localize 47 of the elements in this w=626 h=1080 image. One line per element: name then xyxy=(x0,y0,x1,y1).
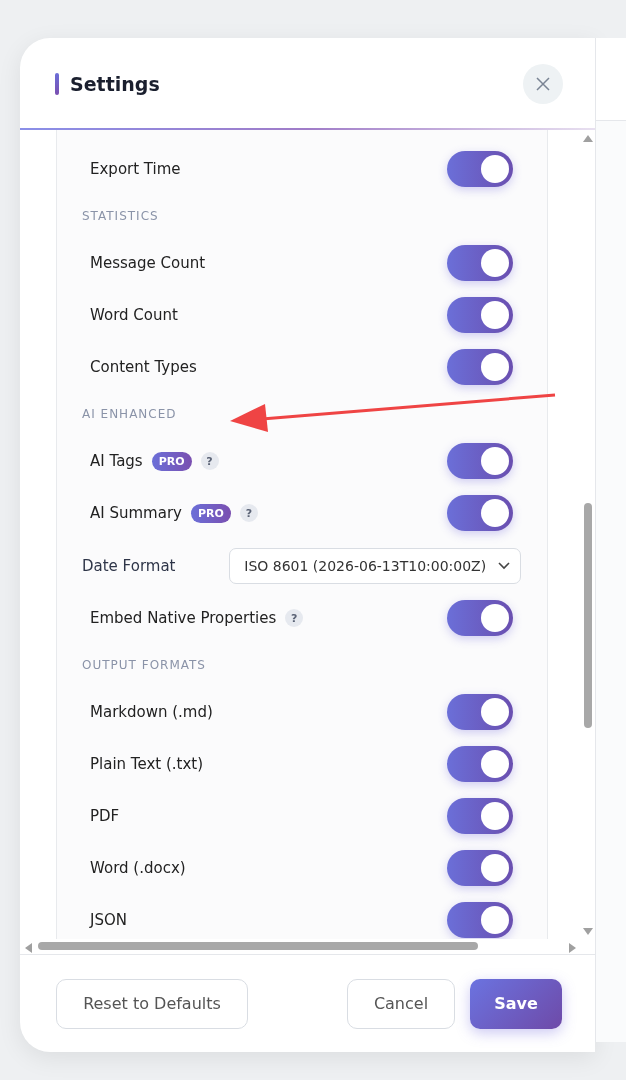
setting-label: Plain Text (.txt) xyxy=(90,755,204,773)
toggle-switch[interactable] xyxy=(447,443,513,479)
setting-label: Date Format xyxy=(82,556,177,575)
toggle-switch[interactable] xyxy=(447,245,513,281)
toggle-switch[interactable] xyxy=(447,798,513,834)
date-format-dropdown[interactable]: ISO 8601 (2026-06-13T10:00:00Z) xyxy=(229,547,521,584)
scroll-down-icon[interactable] xyxy=(583,928,593,935)
scroll-left-icon[interactable] xyxy=(25,943,32,953)
toggle-switch[interactable] xyxy=(447,600,513,636)
section-heading: OUTPUT FORMATS xyxy=(82,657,206,674)
setting-label: Message Count xyxy=(90,254,206,272)
chevron-down-icon xyxy=(498,561,510,570)
setting-label: Export Time xyxy=(90,160,181,178)
help-icon[interactable]: ? xyxy=(200,452,219,470)
section-heading: AI ENHANCED xyxy=(82,406,177,423)
pro-badge: PRO xyxy=(190,503,231,523)
toggle-switch[interactable] xyxy=(447,349,513,385)
toggle-switch[interactable] xyxy=(447,902,513,938)
setting-label: Content Types xyxy=(90,358,197,376)
setting-label: Embed Native Properties xyxy=(90,609,277,627)
cancel-button[interactable]: Cancel xyxy=(347,978,455,1029)
dialog-title: Settings xyxy=(70,73,161,95)
reset-button[interactable]: Reset to Defaults xyxy=(56,978,248,1029)
toggle-switch[interactable] xyxy=(447,297,513,333)
scroll-right-icon[interactable] xyxy=(569,943,576,953)
toggle-switch[interactable] xyxy=(447,151,513,187)
help-icon[interactable]: ? xyxy=(285,609,304,627)
toggle-switch[interactable] xyxy=(447,746,513,782)
horizontal-scrollbar-thumb[interactable] xyxy=(38,942,478,950)
setting-label: JSON xyxy=(90,911,127,929)
setting-label: AI Tags xyxy=(90,452,143,470)
section-heading: STATISTICS xyxy=(82,208,159,225)
setting-label: Markdown (.md) xyxy=(90,703,213,721)
vertical-scrollbar-thumb[interactable] xyxy=(584,503,592,728)
toggle-switch[interactable] xyxy=(447,495,513,531)
setting-label: PDF xyxy=(90,807,120,825)
title-accent-bar xyxy=(55,73,59,95)
close-icon xyxy=(535,76,551,92)
setting-label: AI Summary xyxy=(90,504,182,522)
save-button[interactable]: Save xyxy=(470,978,562,1029)
help-icon[interactable]: ? xyxy=(239,504,258,522)
setting-label: Word (.docx) xyxy=(90,859,186,877)
setting-label: Word Count xyxy=(90,306,178,324)
toggle-switch[interactable] xyxy=(447,694,513,730)
toggle-switch[interactable] xyxy=(447,850,513,886)
pro-badge: PRO xyxy=(151,451,192,471)
scroll-up-icon[interactable] xyxy=(583,135,593,142)
